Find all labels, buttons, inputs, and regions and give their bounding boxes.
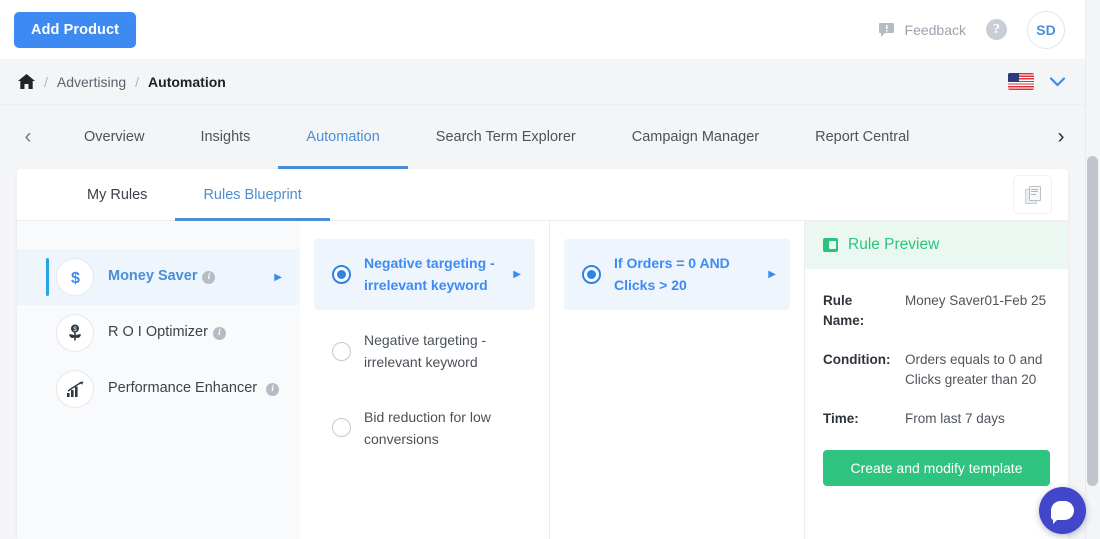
add-product-button[interactable]: Add Product xyxy=(14,12,136,48)
option-negative-targeting-1[interactable]: Negative targeting - irrelevant keyword … xyxy=(314,239,535,310)
feedback-label: Feedback xyxy=(905,22,966,38)
preview-field-label: Condition: xyxy=(823,350,895,392)
chevron-right-icon[interactable]: ▶ xyxy=(768,269,776,280)
nav-tab-overview[interactable]: Overview xyxy=(56,105,172,169)
create-and-modify-template-button[interactable]: Create and modify template xyxy=(823,450,1050,486)
option-label: Bid reduction for low conversions xyxy=(364,406,521,451)
documents-icon xyxy=(1025,186,1041,204)
preview-field-value: Orders equals to 0 and Clicks greater th… xyxy=(905,350,1050,392)
option-label: Negative targeting - irrelevant keyword xyxy=(364,329,521,374)
preview-card-icon xyxy=(823,238,838,252)
breadcrumb-separator: / xyxy=(135,74,139,90)
automation-rules-blueprint-page: Add Product Feedback ? SD / Advertising … xyxy=(0,0,1100,539)
info-icon[interactable]: i xyxy=(266,383,279,396)
content-card: My Rules Rules Blueprint $ xyxy=(17,169,1068,539)
nav-tab-automation[interactable]: Automation xyxy=(278,105,407,169)
category-label: Performance Enhancer i xyxy=(108,378,279,399)
radio-button[interactable] xyxy=(332,418,351,437)
growth-chart-arrow-icon xyxy=(56,370,94,408)
avatar[interactable]: SD xyxy=(1027,11,1065,49)
info-icon[interactable]: i xyxy=(202,271,215,284)
preview-field-value: From last 7 days xyxy=(905,409,1005,430)
breadcrumb-item-automation: Automation xyxy=(148,74,226,90)
sub-tabs: My Rules Rules Blueprint xyxy=(17,169,1068,221)
breadcrumb-item-advertising[interactable]: Advertising xyxy=(57,74,126,90)
sub-tab-my-rules[interactable]: My Rules xyxy=(59,169,175,221)
svg-text:$: $ xyxy=(71,270,80,287)
option-bid-reduction[interactable]: Bid reduction for low conversions xyxy=(314,393,535,464)
rule-preview-header: Rule Preview xyxy=(805,221,1068,269)
rule-preview-panel: Rule Preview Rule Name: Money Saver01-Fe… xyxy=(804,221,1068,539)
top-bar-actions: Feedback ? SD xyxy=(879,11,1085,49)
documents-button[interactable] xyxy=(1013,175,1052,214)
speech-bubble-alert-icon xyxy=(879,22,896,38)
chevron-down-icon[interactable] xyxy=(1050,77,1065,87)
locale-selector[interactable] xyxy=(1008,73,1065,90)
preview-field-value: Money Saver01-Feb 25 xyxy=(905,291,1046,332)
page-scrollbar[interactable] xyxy=(1085,0,1100,539)
rule-builder: $ Money Saver i ▶ $ xyxy=(17,221,1068,539)
rule-preview-title: Rule Preview xyxy=(848,236,939,254)
rule-category-list: $ Money Saver i ▶ $ xyxy=(17,221,300,539)
primary-nav: ‹ Overview Insights Automation Search Te… xyxy=(0,105,1085,169)
option-negative-targeting-2[interactable]: Negative targeting - irrelevant keyword xyxy=(314,316,535,387)
page-scrollbar-thumb[interactable] xyxy=(1087,156,1098,486)
preview-field-label: Rule Name: xyxy=(823,291,895,332)
category-roi-optimizer-label: R O I Optimizer xyxy=(108,324,208,340)
rule-condition-options: If Orders = 0 AND Clicks > 20 ▶ xyxy=(550,221,804,539)
nav-scroll-right-button[interactable]: › xyxy=(1037,105,1085,169)
chat-widget-button[interactable] xyxy=(1039,487,1086,534)
nav-tab-report-central[interactable]: Report Central xyxy=(787,105,937,169)
radio-button[interactable] xyxy=(332,265,351,284)
category-performance-enhancer[interactable]: Performance Enhancer i xyxy=(17,361,300,417)
chevron-right-icon[interactable]: ▶ xyxy=(274,272,282,283)
help-icon[interactable]: ? xyxy=(986,19,1007,40)
preview-field-condition: Condition: Orders equals to 0 and Clicks… xyxy=(823,350,1050,392)
preview-field-rule-name: Rule Name: Money Saver01-Feb 25 xyxy=(823,291,1050,332)
nav-tab-campaign-manager[interactable]: Campaign Manager xyxy=(604,105,787,169)
breadcrumb-bar: / Advertising / Automation xyxy=(0,59,1085,105)
radio-button[interactable] xyxy=(582,265,601,284)
preview-field-label: Time: xyxy=(823,409,895,430)
category-performance-enhancer-label: Performance Enhancer xyxy=(108,380,257,396)
condition-label: If Orders = 0 AND Clicks > 20 xyxy=(614,252,755,297)
dollar-sign-icon: $ xyxy=(56,258,94,296)
breadcrumb: / Advertising / Automation xyxy=(18,74,226,90)
breadcrumb-separator: / xyxy=(44,74,48,90)
chevron-right-icon[interactable]: ▶ xyxy=(513,269,521,280)
sub-tab-rules-blueprint[interactable]: Rules Blueprint xyxy=(175,169,329,221)
nav-scroll-left-button[interactable]: ‹ xyxy=(0,105,56,169)
home-icon[interactable] xyxy=(18,74,35,89)
info-icon[interactable]: i xyxy=(213,327,226,340)
category-money-saver-label: Money Saver xyxy=(108,268,197,284)
condition-orders-clicks[interactable]: If Orders = 0 AND Clicks > 20 ▶ xyxy=(564,239,790,310)
rule-template-options: Negative targeting - irrelevant keyword … xyxy=(300,221,550,539)
category-label: R O I Optimizer i xyxy=(108,322,226,343)
rule-preview-body: Rule Name: Money Saver01-Feb 25 Conditio… xyxy=(805,269,1068,448)
category-money-saver[interactable]: $ Money Saver i ▶ xyxy=(17,249,300,305)
nav-tab-insights[interactable]: Insights xyxy=(172,105,278,169)
radio-button[interactable] xyxy=(332,342,351,361)
primary-nav-list: Overview Insights Automation Search Term… xyxy=(56,105,937,169)
category-roi-optimizer[interactable]: $ R O I Optimizer i xyxy=(17,305,300,361)
sprout-coin-icon: $ xyxy=(56,314,94,352)
option-label: Negative targeting - irrelevant keyword xyxy=(364,252,500,297)
feedback-button[interactable]: Feedback xyxy=(879,22,966,38)
chat-bubble-icon xyxy=(1051,501,1074,520)
top-bar: Add Product Feedback ? SD xyxy=(0,0,1085,59)
category-label: Money Saver i xyxy=(108,266,215,287)
nav-tab-search-term-explorer[interactable]: Search Term Explorer xyxy=(408,105,604,169)
preview-field-time: Time: From last 7 days xyxy=(823,409,1050,430)
us-flag-icon xyxy=(1008,73,1034,90)
